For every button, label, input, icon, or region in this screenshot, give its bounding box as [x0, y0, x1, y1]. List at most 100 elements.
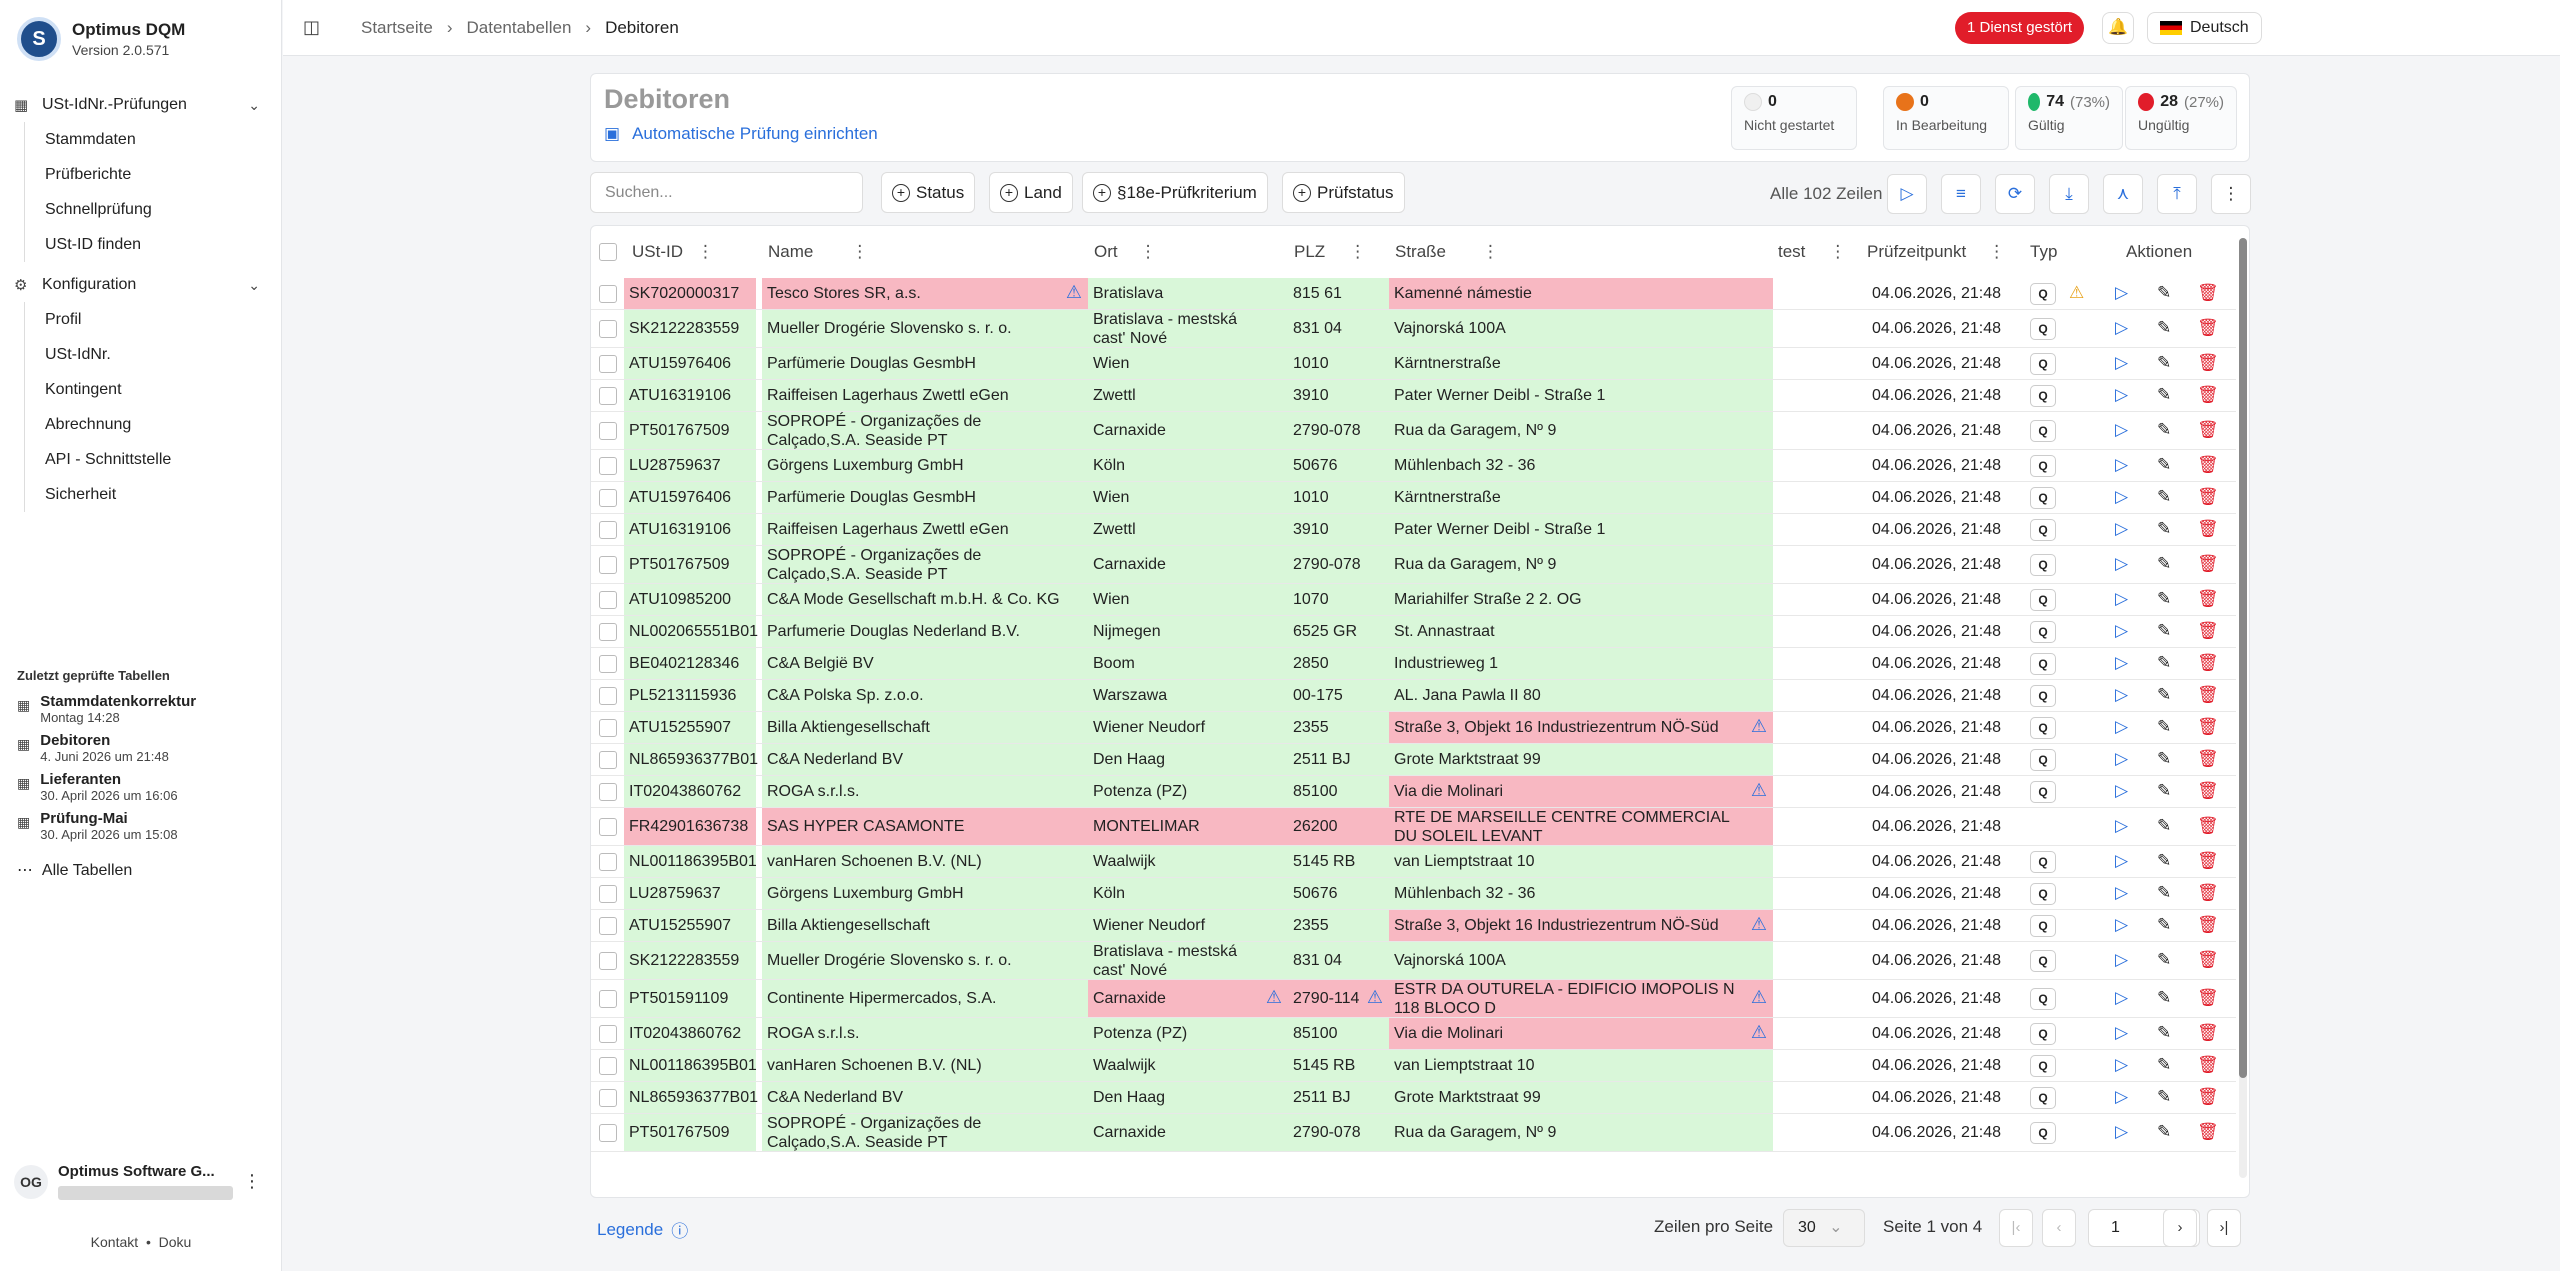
edit-icon[interactable]: ✎ — [2157, 589, 2171, 609]
column-header-ust-id[interactable]: USt-ID ⋮ — [632, 226, 714, 278]
language-selector[interactable]: Deutsch — [2147, 12, 2262, 44]
last-page-button[interactable]: ›| — [2207, 1209, 2241, 1247]
play-icon[interactable]: ▷ — [2115, 455, 2128, 475]
play-icon[interactable]: ▷ — [2115, 554, 2128, 574]
sidebar-toggle-icon[interactable]: ◫ — [303, 17, 320, 38]
edit-icon[interactable]: ✎ — [2157, 420, 2171, 440]
trash-icon[interactable]: 🗑 — [2197, 685, 2219, 705]
edit-icon[interactable]: ✎ — [2157, 283, 2171, 303]
prev-page-button[interactable]: ‹ — [2042, 1209, 2076, 1247]
sidebar-item-ust-idnr[interactable]: USt-IdNr. — [45, 337, 171, 372]
edit-icon[interactable]: ✎ — [2157, 851, 2171, 871]
edit-icon[interactable]: ✎ — [2157, 1122, 2171, 1142]
play-icon[interactable]: ▷ — [2115, 653, 2128, 673]
docs-link[interactable]: Doku — [159, 1234, 192, 1250]
trash-icon[interactable]: 🗑 — [2197, 883, 2219, 903]
edit-icon[interactable]: ✎ — [2157, 988, 2171, 1008]
row-checkbox[interactable] — [599, 1124, 617, 1142]
table-row[interactable]: NL865936377B01 C&A Nederland BV Den Haag 25… — [591, 1082, 2236, 1114]
play-icon[interactable]: ▷ — [2115, 816, 2128, 836]
trash-icon[interactable]: 🗑 — [2197, 950, 2219, 970]
row-checkbox[interactable] — [599, 521, 617, 539]
all-tables-link[interactable]: ⋯ Alle Tabellen — [17, 860, 132, 880]
play-icon[interactable]: ▷ — [2115, 621, 2128, 641]
row-checkbox[interactable] — [599, 1025, 617, 1043]
warning-icon[interactable]: ⚠ — [1266, 988, 1282, 1007]
play-icon[interactable]: ▷ — [2115, 717, 2128, 737]
trash-icon[interactable]: 🗑 — [2197, 621, 2219, 641]
column-menu-icon[interactable]: ⋮ — [1349, 226, 1366, 278]
table-row[interactable]: ATU16319106 Raiffeisen Lagerhaus Zwettl e… — [591, 380, 2236, 412]
table-row[interactable]: FR42901636738 SAS HYPER CASAMONTE MONTELIM… — [591, 808, 2236, 846]
select-all-checkbox[interactable] — [599, 243, 617, 261]
table-row[interactable]: SK2122283559 Mueller Drogérie Slovensko s… — [591, 310, 2236, 348]
edit-icon[interactable]: ✎ — [2157, 353, 2171, 373]
row-checkbox[interactable] — [599, 591, 617, 609]
list-run-icon[interactable]: ≡ — [1941, 174, 1981, 214]
trash-icon[interactable]: 🗑 — [2197, 420, 2219, 440]
warning-icon[interactable]: ⚠ — [2069, 283, 2084, 303]
warning-icon[interactable]: ⚠ — [1751, 1023, 1767, 1042]
sidebar-item-pruefberichte[interactable]: Prüfberichte — [45, 157, 152, 192]
trash-icon[interactable]: 🗑 — [2197, 781, 2219, 801]
table-row[interactable]: ATU15976406 Parfümerie Douglas GesmbH Wien… — [591, 482, 2236, 514]
search-input[interactable]: Suchen... — [590, 172, 863, 213]
play-icon[interactable]: ▷ — [2115, 385, 2128, 405]
nav-group-konfiguration[interactable]: ⚙ Konfiguration ⌄ — [14, 268, 264, 302]
row-checkbox[interactable] — [599, 1089, 617, 1107]
table-row[interactable]: NL865936377B01 C&A Nederland BV Den Haag 25… — [591, 744, 2236, 776]
column-menu-icon[interactable]: ⋮ — [851, 226, 868, 278]
warning-icon[interactable]: ⚠ — [1751, 717, 1767, 736]
bell-icon[interactable]: 🔔 — [2102, 12, 2134, 44]
edit-icon[interactable]: ✎ — [2157, 455, 2171, 475]
row-checkbox[interactable] — [599, 917, 617, 935]
recent-table-item[interactable]: ▦ Stammdatenkorrektur Montag 14:28 — [17, 693, 267, 725]
edit-icon[interactable]: ✎ — [2157, 1055, 2171, 1075]
row-checkbox[interactable] — [599, 355, 617, 373]
sidebar-item-schnellpruefung[interactable]: Schnellprüfung — [45, 192, 152, 227]
play-icon[interactable]: ▷ — [2115, 685, 2128, 705]
trash-icon[interactable]: 🗑 — [2197, 487, 2219, 507]
service-alert-button[interactable]: 1 Dienst gestört — [1955, 12, 2085, 44]
column-menu-icon[interactable]: ⋮ — [1988, 226, 2005, 278]
trash-icon[interactable]: 🗑 — [2197, 717, 2219, 737]
row-checkbox[interactable] — [599, 457, 617, 475]
edit-icon[interactable]: ✎ — [2157, 915, 2171, 935]
play-icon[interactable]: ▷ — [2115, 1023, 2128, 1043]
breadcrumb-item-datentabellen[interactable]: Datentabellen — [466, 18, 571, 37]
edit-icon[interactable]: ✎ — [2157, 385, 2171, 405]
brand[interactable]: S Optimus DQM Version 2.0.571 — [17, 17, 185, 61]
stat-in-progress[interactable]: 0 In Bearbeitung — [1883, 86, 2009, 150]
column-menu-icon[interactable]: ⋮ — [1829, 226, 1846, 278]
filter-pruefstatus-button[interactable]: + Prüfstatus — [1282, 172, 1405, 213]
table-row[interactable]: NL002065551B01 Parfumerie Douglas Nederla… — [591, 616, 2236, 648]
filter-status-button[interactable]: + Status — [881, 172, 976, 213]
table-row[interactable]: LU28759637 Görgens Luxemburg GmbH Köln 5067… — [591, 450, 2236, 482]
warning-icon[interactable]: ⚠ — [1367, 988, 1383, 1007]
row-checkbox[interactable] — [599, 751, 617, 769]
table-row[interactable]: BE0402128346 C&A België BV Boom 2850 Industr… — [591, 648, 2236, 680]
row-checkbox[interactable] — [599, 489, 617, 507]
play-icon[interactable]: ▷ — [2115, 950, 2128, 970]
table-row[interactable]: LU28759637 Görgens Luxemburg GmbH Köln 5067… — [591, 878, 2236, 910]
trash-icon[interactable]: 🗑 — [2197, 653, 2219, 673]
row-checkbox[interactable] — [599, 320, 617, 338]
trash-icon[interactable]: 🗑 — [2197, 851, 2219, 871]
play-icon[interactable]: ▷ — [2115, 589, 2128, 609]
column-header-ort[interactable]: Ort ⋮ — [1094, 226, 1157, 278]
contact-link[interactable]: Kontakt — [91, 1234, 138, 1250]
trash-icon[interactable]: 🗑 — [2197, 353, 2219, 373]
merge-icon[interactable]: ⋏ — [2103, 174, 2143, 214]
nav-group-ust-pruefungen[interactable]: ▦ USt-IdNr.-Prüfungen ⌄ — [14, 88, 264, 122]
column-menu-icon[interactable]: ⋮ — [697, 226, 714, 278]
edit-icon[interactable]: ✎ — [2157, 554, 2171, 574]
user-menu-icon[interactable]: ⋮ — [243, 1171, 261, 1192]
trash-icon[interactable]: 🗑 — [2197, 455, 2219, 475]
column-header-pruefzeitpunkt[interactable]: Prüfzeitpunkt ⋮ — [1867, 226, 2005, 278]
auto-check-link[interactable]: ▣ Automatische Prüfung einrichten — [604, 124, 878, 144]
edit-icon[interactable]: ✎ — [2157, 1023, 2171, 1043]
edit-icon[interactable]: ✎ — [2157, 685, 2171, 705]
column-header-plz[interactable]: PLZ ⋮ — [1294, 226, 1366, 278]
table-row[interactable]: ATU16319106 Raiffeisen Lagerhaus Zwettl e… — [591, 514, 2236, 546]
play-icon[interactable]: ▷ — [2115, 883, 2128, 903]
